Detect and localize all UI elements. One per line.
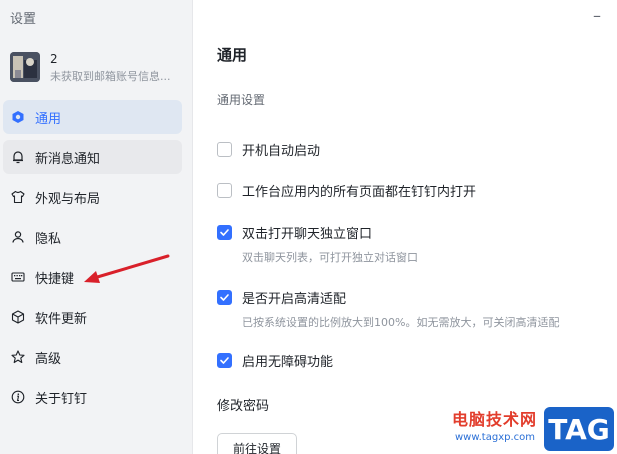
red-arrow-annotation [84,254,170,283]
sidebar-item-privacy[interactable]: 隐私 [3,220,182,254]
sidebar-item-general[interactable]: 通用 [3,100,182,134]
watermark-url: www.tagxp.com [455,432,535,443]
user-icon [11,230,25,244]
check-icon [220,228,229,236]
sidebar-item-label: 隐私 [35,231,62,247]
check-icon [220,356,229,364]
profile-card[interactable]: 2 未获取到邮箱账号信息... [10,52,190,88]
sidebar-item-label: 通用 [35,111,62,127]
option-double-click-window[interactable]: 双击打开聊天独立窗口 [217,222,372,242]
cube-icon [11,310,25,324]
keyboard-icon [11,270,25,284]
change-password-label: 修改密码 [217,399,270,414]
option-accessibility[interactable]: 启用无障碍功能 [217,350,333,370]
option-description: 双击聊天列表，可打开独立对话窗口 [242,251,418,264]
option-label: 启用无障碍功能 [242,354,334,370]
bell-icon [11,150,25,164]
sidebar-item-software-update[interactable]: 软件更新 [3,300,182,334]
go-to-settings-button[interactable]: 前往设置 [217,433,297,454]
option-label: 开机自动启动 [242,143,321,159]
avatar [10,52,40,82]
sidebar-item-appearance[interactable]: 外观与布局 [3,180,182,214]
check-icon [220,293,229,301]
checkbox[interactable] [217,182,232,198]
profile-email-status: 未获取到邮箱账号信息... [50,70,171,83]
general-icon [11,110,25,124]
settings-sidebar: 设置 2 未获取到邮箱账号信息... 通用 新消息通知 外观与布局 隐私 快捷键… [0,0,193,454]
checkbox-checked[interactable] [217,289,232,305]
sidebar-item-label: 新消息通知 [35,151,101,167]
sidebar-title: 设置 [10,12,37,27]
star-icon [11,350,25,364]
watermark-tag-logo: TAG [544,407,614,451]
sidebar-item-label: 高级 [35,351,62,367]
watermark-site-name: 电脑技术网 [452,410,538,429]
sidebar-item-label: 外观与布局 [35,191,101,207]
sidebar-item-advanced[interactable]: 高级 [3,340,182,374]
sidebar-item-label: 快捷键 [35,271,75,287]
sidebar-item-about[interactable]: 关于钉钉 [3,380,182,414]
settings-main-panel: – 通用 通用设置 开机自动启动 工作台应用内的所有页面都在钉钉内打开 双击打开… [194,0,617,454]
profile-name: 2 [50,52,58,66]
option-label: 是否开启高清适配 [242,291,347,307]
checkbox-checked[interactable] [217,352,232,368]
option-hd-adapt[interactable]: 是否开启高清适配 [217,287,346,307]
tshirt-icon [11,190,25,204]
site-watermark: 电脑技术网 www.tagxp.com TAG [452,404,617,454]
section-heading: 通用设置 [217,93,266,107]
sidebar-item-label: 关于钉钉 [35,391,88,407]
option-open-in-dingtalk[interactable]: 工作台应用内的所有页面都在钉钉内打开 [217,180,476,200]
sidebar-item-notifications[interactable]: 新消息通知 [3,140,182,174]
option-label: 双击打开聊天独立窗口 [242,226,373,242]
checkbox[interactable] [217,141,232,157]
info-icon [11,390,25,404]
sidebar-item-label: 软件更新 [35,311,88,327]
option-label: 工作台应用内的所有页面都在钉钉内打开 [242,184,477,200]
page-title: 通用 [217,46,248,64]
option-description: 已按系统设置的比例放大到100%。如无需放大，可关闭高清适配 [242,316,560,329]
option-auto-start[interactable]: 开机自动启动 [217,139,320,159]
minimize-button[interactable]: – [589,8,605,24]
checkbox-checked[interactable] [217,224,232,240]
